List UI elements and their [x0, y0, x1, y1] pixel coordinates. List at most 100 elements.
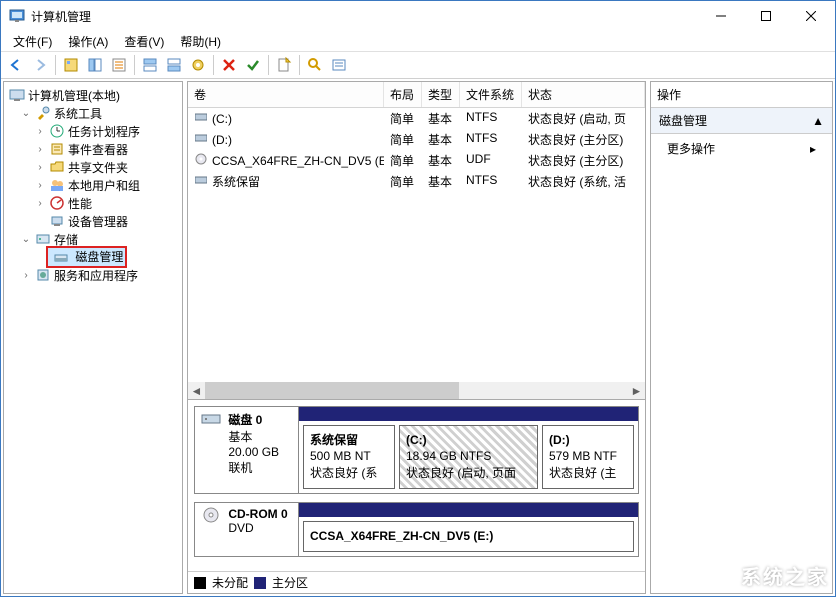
- part-title: (D:): [549, 433, 570, 447]
- partition-cell-selected[interactable]: (C:) 18.94 GB NTFS 状态良好 (启动, 页面: [399, 425, 538, 490]
- separator: [55, 55, 56, 75]
- properties-button[interactable]: [108, 54, 130, 76]
- maximize-button[interactable]: [743, 2, 788, 31]
- volume-header: 卷 布局 类型 文件系统 状态: [188, 82, 645, 108]
- tree-systools[interactable]: ⌄ 系统工具: [20, 104, 180, 122]
- part-title: CCSA_X64FRE_ZH-CN_DV5 (E:): [310, 529, 493, 543]
- partition-cell[interactable]: (D:) 579 MB NTF 状态良好 (主: [542, 425, 634, 490]
- cell: 状态良好 (主分区): [522, 130, 645, 149]
- menu-action[interactable]: 操作(A): [60, 31, 116, 52]
- legend-label: 未分配: [212, 574, 248, 591]
- part-status: 状态良好 (系: [310, 466, 377, 480]
- volume-rows: (C:) 简单 基本 NTFS 状态良好 (启动, 页 (D:) 简单 基本 N…: [188, 108, 645, 382]
- hscrollbar[interactable]: ◄ ►: [188, 382, 645, 399]
- check-button[interactable]: [242, 54, 264, 76]
- expander-icon[interactable]: ⌄: [20, 234, 32, 245]
- menu-file[interactable]: 文件(F): [5, 31, 60, 52]
- cell: NTFS: [460, 109, 522, 128]
- disk-icon: [201, 411, 221, 427]
- col-type[interactable]: 类型: [422, 82, 460, 107]
- scroll-thumb[interactable]: [205, 382, 459, 399]
- drive-icon: [194, 110, 208, 124]
- delete-button[interactable]: [218, 54, 240, 76]
- tree-label: 设备管理器: [68, 213, 128, 230]
- disk-partitions: 系统保留 500 MB NT 状态良好 (系 (C:) 18.94 GB NTF…: [299, 407, 638, 494]
- tree-event-viewer[interactable]: › 事件查看器: [34, 140, 180, 158]
- minimize-button[interactable]: [698, 2, 743, 31]
- tools-icon: [35, 105, 51, 121]
- partition-cell[interactable]: CCSA_X64FRE_ZH-CN_DV5 (E:): [303, 521, 634, 552]
- new-button[interactable]: [273, 54, 295, 76]
- actions-diskmgmt[interactable]: 磁盘管理 ▲: [651, 108, 832, 134]
- col-fs[interactable]: 文件系统: [460, 82, 522, 107]
- back-button[interactable]: [5, 54, 27, 76]
- view-button-2[interactable]: [84, 54, 106, 76]
- disk-bar: [299, 407, 638, 421]
- tree-disk-management[interactable]: 磁盘管理: [34, 248, 180, 266]
- cell: 简单: [384, 109, 422, 128]
- cdrom-icon: [201, 507, 221, 523]
- table-row[interactable]: 系统保留 简单 基本 NTFS 状态良好 (系统, 活: [188, 171, 645, 192]
- col-status[interactable]: 状态: [522, 82, 645, 107]
- actions-label: 更多操作: [667, 140, 715, 157]
- tree-performance[interactable]: ›性能: [34, 194, 180, 212]
- actions-more[interactable]: 更多操作 ▸: [651, 134, 832, 163]
- disk-size: 20.00 GB: [228, 445, 279, 459]
- expander-icon[interactable]: ⌄: [20, 108, 32, 119]
- tree-services-apps[interactable]: › 服务和应用程序: [20, 266, 180, 284]
- close-button[interactable]: [788, 2, 833, 31]
- expander-icon[interactable]: ›: [34, 198, 46, 209]
- table-row[interactable]: (C:) 简单 基本 NTFS 状态良好 (启动, 页: [188, 108, 645, 129]
- tree-shared-folders[interactable]: ›共享文件夹: [34, 158, 180, 176]
- scroll-right-icon[interactable]: ►: [628, 382, 645, 399]
- disk-row[interactable]: CD-ROM 0 DVD CCSA_X64FRE_ZH-CN_DV5 (E:): [194, 502, 639, 557]
- view-bottom-button[interactable]: [163, 54, 185, 76]
- expander-icon[interactable]: ›: [34, 126, 46, 137]
- tree-device-manager[interactable]: 设备管理器: [34, 212, 180, 230]
- partition-cell[interactable]: 系统保留 500 MB NT 状态良好 (系: [303, 425, 395, 490]
- services-icon: [35, 267, 51, 283]
- col-layout[interactable]: 布局: [384, 82, 422, 107]
- expander-icon[interactable]: ›: [20, 270, 32, 281]
- list-button[interactable]: [328, 54, 350, 76]
- tree-task-scheduler[interactable]: › 任务计划程序: [34, 122, 180, 140]
- drive-icon: [194, 173, 208, 187]
- disk-info: CD-ROM 0 DVD: [195, 503, 299, 556]
- part-size: 18.94 GB NTFS: [406, 449, 491, 463]
- tree-root[interactable]: 计算机管理(本地): [6, 86, 180, 104]
- table-row[interactable]: (D:) 简单 基本 NTFS 状态良好 (主分区): [188, 129, 645, 150]
- scroll-track[interactable]: [205, 382, 628, 399]
- perf-icon: [49, 195, 65, 211]
- collapse-icon: ▲: [812, 114, 824, 128]
- cell: CCSA_X64FRE_ZH-CN_DV5 (E:): [212, 154, 384, 168]
- cell: 状态良好 (启动, 页: [522, 109, 645, 128]
- table-row[interactable]: CCSA_X64FRE_ZH-CN_DV5 (E:) 简单 基本 UDF 状态良…: [188, 150, 645, 171]
- disk-row[interactable]: 磁盘 0 基本 20.00 GB 联机 系统保留 500 MB NT 状态良好 …: [194, 406, 639, 495]
- expander-icon[interactable]: ›: [34, 162, 46, 173]
- part-status: 状态良好 (启动, 页面: [406, 466, 516, 480]
- cell: 基本: [422, 130, 460, 149]
- expander-icon[interactable]: ›: [34, 180, 46, 191]
- expander-icon[interactable]: ›: [34, 144, 46, 155]
- col-name[interactable]: 卷: [188, 82, 384, 107]
- find-button[interactable]: [304, 54, 326, 76]
- disk-name: CD-ROM 0: [228, 507, 287, 521]
- scroll-left-icon[interactable]: ◄: [188, 382, 205, 399]
- tree-label: 任务计划程序: [68, 123, 140, 140]
- folder-icon: [49, 159, 65, 175]
- tree-local-users[interactable]: ›本地用户和组: [34, 176, 180, 194]
- selection-highlight: 磁盘管理: [46, 246, 127, 268]
- menu-help[interactable]: 帮助(H): [172, 31, 229, 52]
- separator: [268, 55, 269, 75]
- tree-label: 事件查看器: [68, 141, 128, 158]
- legend-swatch-unalloc: [194, 577, 206, 589]
- settings-button[interactable]: [187, 54, 209, 76]
- cell: NTFS: [460, 130, 522, 149]
- computer-icon: [9, 87, 25, 103]
- view-top-button[interactable]: [139, 54, 161, 76]
- volume-list: 卷 布局 类型 文件系统 状态 (C:) 简单 基本 NTFS 状态良好 (启动…: [188, 82, 645, 399]
- view-button-1[interactable]: [60, 54, 82, 76]
- legend-label: 主分区: [272, 574, 308, 591]
- forward-button[interactable]: [29, 54, 51, 76]
- menu-view[interactable]: 查看(V): [116, 31, 172, 52]
